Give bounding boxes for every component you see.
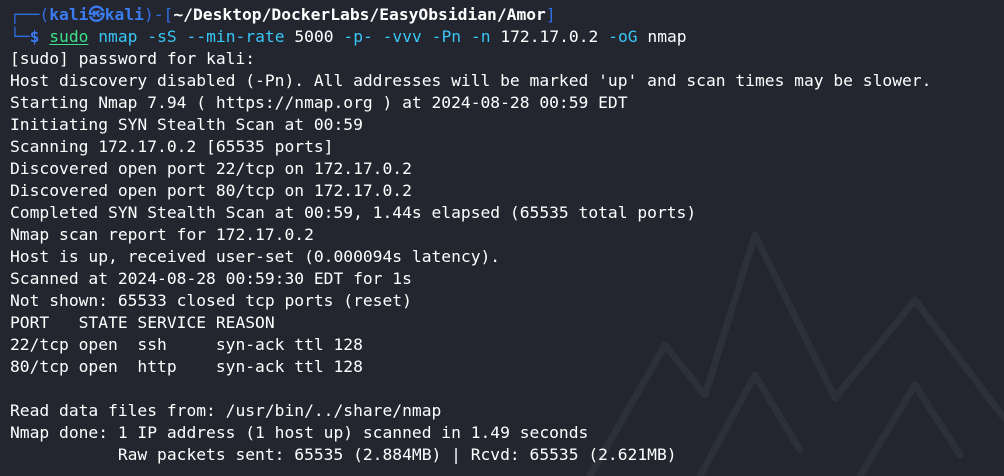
cmd-target: 172.17.0.2 (500, 27, 599, 46)
cmd-flag-min-rate: --min-rate (186, 27, 285, 46)
output-line: Initiating SYN Stealth Scan at 00:59 (10, 115, 363, 134)
output-line: Starting Nmap 7.94 ( https://nmap.org ) … (10, 93, 628, 112)
command-line[interactable]: └─$ sudo nmap -sS --min-rate 5000 -p- -v… (10, 26, 1004, 48)
prompt-user: kali (49, 5, 89, 24)
output-line: Raw packets sent: 65535 (2.884MB) | Rcvd… (10, 445, 677, 464)
prompt-frame-top: ┌──( (10, 5, 50, 24)
prompt-dollar: $ (29, 27, 50, 46)
prompt-at-symbol: ㉿ (88, 5, 105, 24)
output-line: Scanned at 2024-08-28 00:59:30 EDT for 1… (10, 269, 412, 288)
output-line: Discovered open port 80/tcp on 172.17.0.… (10, 181, 412, 200)
output-line: Read data files from: /usr/bin/../share/… (10, 401, 442, 420)
prompt-host: kali (104, 5, 144, 24)
terminal-output: ┌──(kali㉿kali)-[~/Desktop/DockerLabs/Eas… (10, 4, 1004, 466)
terminal-window[interactable]: ┌──(kali㉿kali)-[~/Desktop/DockerLabs/Eas… (0, 0, 1004, 476)
prompt-frame-mid: )-[ (143, 5, 174, 24)
output-line: Nmap scan report for 172.17.0.2 (10, 225, 314, 244)
cmd-output-name: nmap (647, 27, 687, 46)
prompt-frame-bottom: └─ (10, 27, 30, 46)
cmd-flag-Pn: -Pn (431, 27, 462, 46)
output-line: 22/tcp open ssh syn-ack ttl 128 (10, 335, 363, 354)
cmd-flag-p: -p- (343, 27, 373, 46)
cmd-nmap: nmap (98, 27, 138, 46)
prompt-frame-end: ] (545, 5, 556, 24)
output-line: Not shown: 65533 closed tcp ports (reset… (10, 291, 412, 310)
output-line: PORT STATE SERVICE REASON (10, 313, 275, 332)
cmd-flag-n: -n (470, 27, 491, 46)
cmd-flag-sS: -sS (147, 27, 177, 46)
output-line: 80/tcp open http syn-ack ttl 128 (10, 357, 363, 376)
cmd-min-rate-value: 5000 (294, 27, 334, 46)
output-line: Discovered open port 22/tcp on 172.17.0.… (10, 159, 412, 178)
cmd-sudo: sudo (49, 27, 89, 46)
output-line: Host discovery disabled (-Pn). All addre… (10, 71, 932, 90)
output-line: [sudo] password for kali: (10, 49, 256, 68)
output-line: Host is up, received user-set (0.000094s… (10, 247, 501, 266)
cmd-flag-vvv: -vvv (382, 27, 422, 46)
prompt-path: ~/Desktop/DockerLabs/EasyObsidian/Amor (173, 5, 546, 24)
cmd-flag-oG: -oG (608, 27, 638, 46)
output-line: Completed SYN Stealth Scan at 00:59, 1.4… (10, 203, 697, 222)
output-line: Nmap done: 1 IP address (1 host up) scan… (10, 423, 589, 442)
output-line: Scanning 172.17.0.2 [65535 ports] (10, 137, 334, 156)
prompt-line-top: ┌──(kali㉿kali)-[~/Desktop/DockerLabs/Eas… (10, 4, 1004, 26)
